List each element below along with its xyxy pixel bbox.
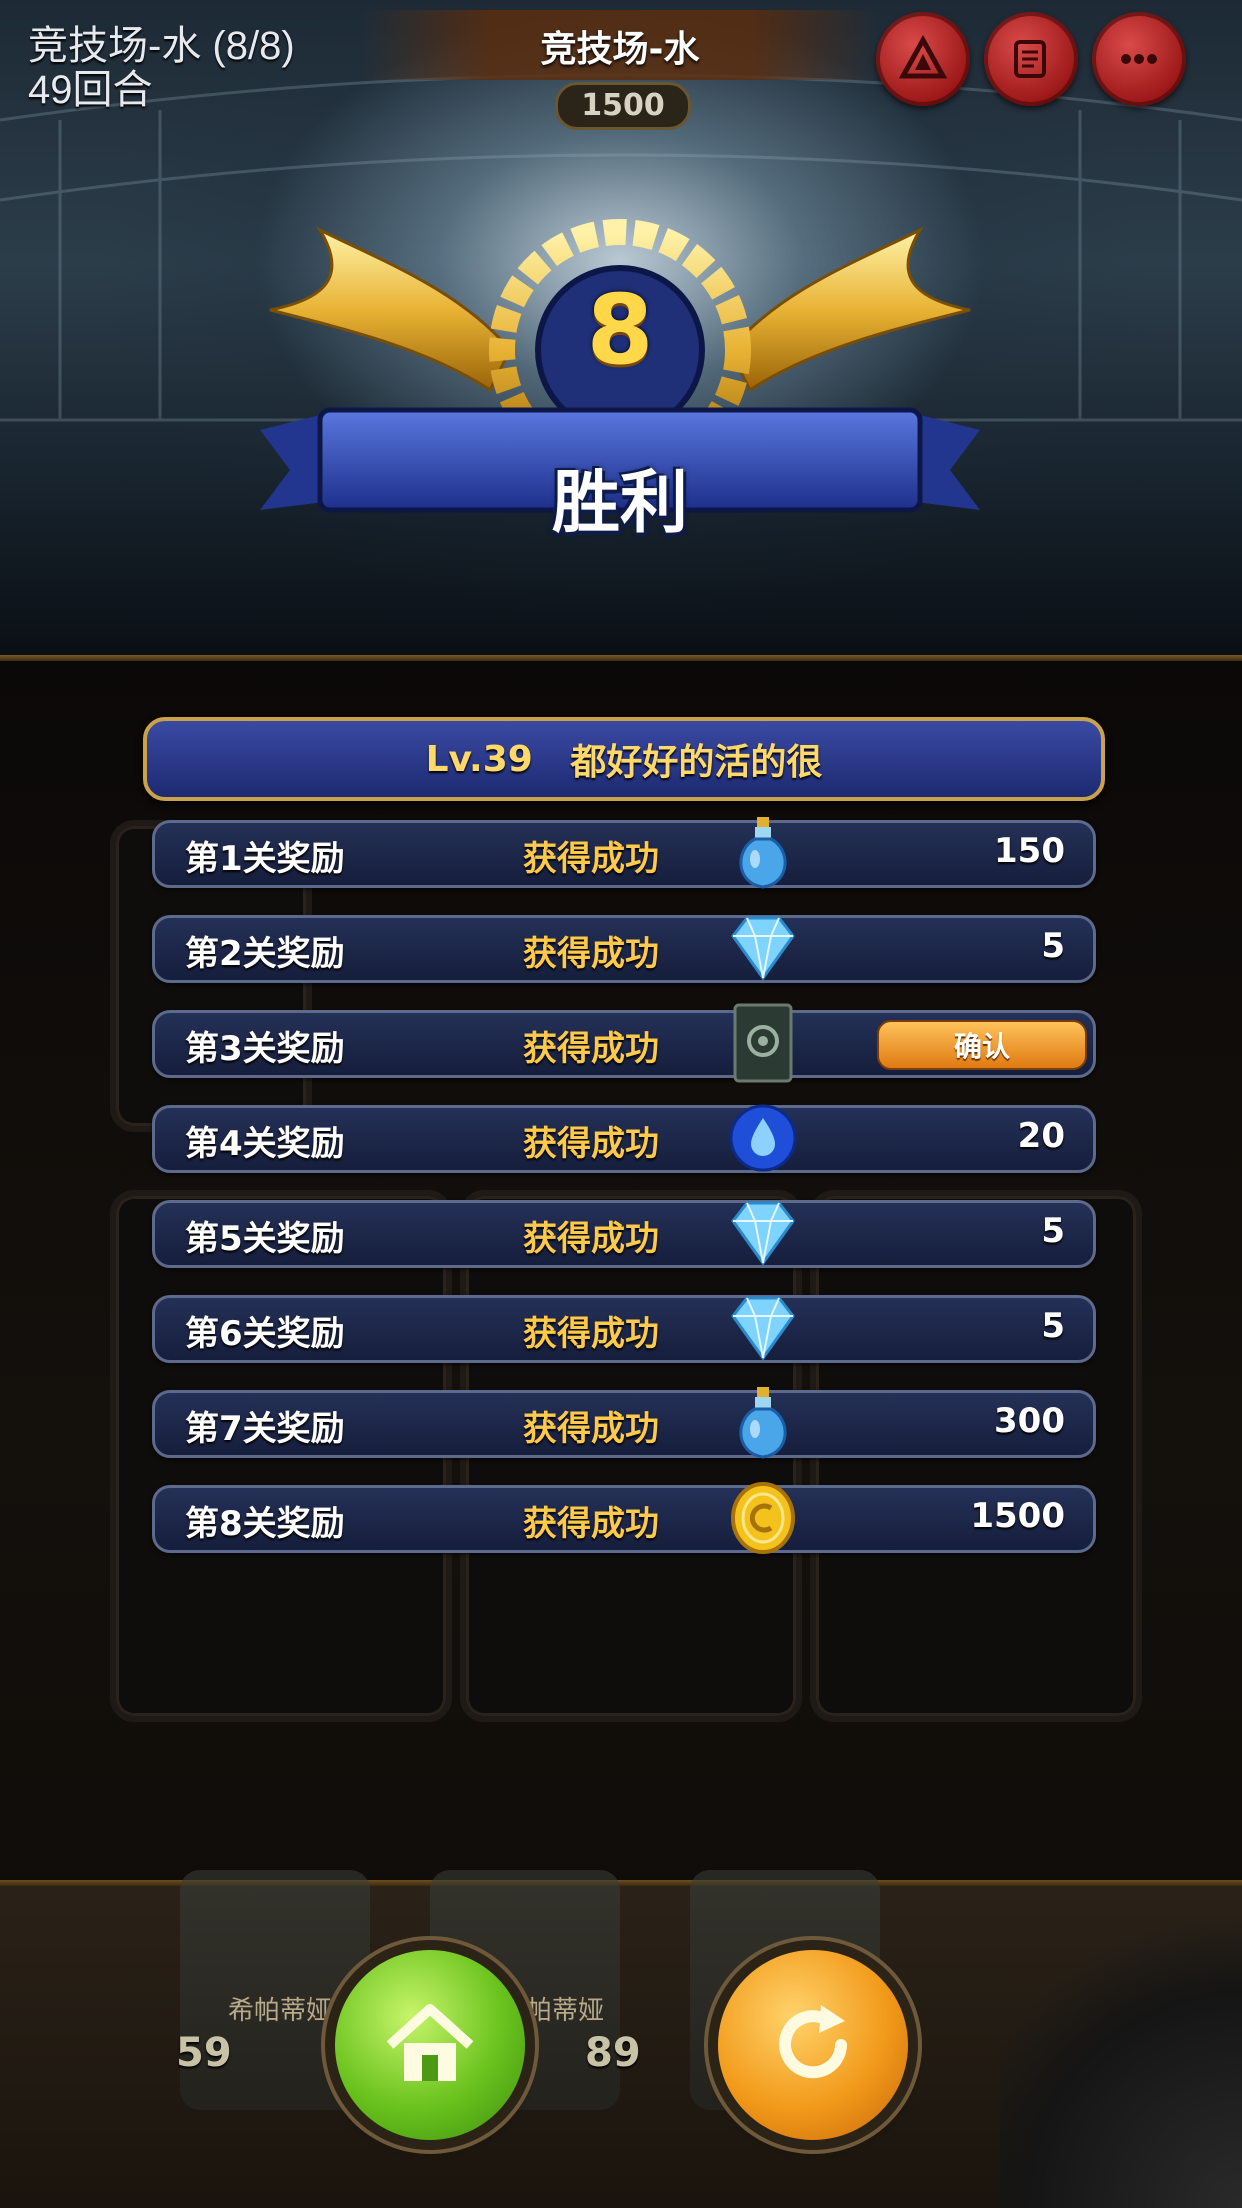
reward-amount: 1500 <box>970 1496 1065 1536</box>
victory-label: 胜利 <box>551 464 688 543</box>
diamond-icon <box>731 1201 795 1266</box>
card-item-icon <box>733 1003 793 1083</box>
reward-stage-label: 第6关奖励 <box>185 1314 345 1354</box>
diamond-icon <box>731 916 795 981</box>
corner-decoration <box>1000 1900 1242 2208</box>
reward-stage-label: 第5关奖励 <box>185 1219 345 1259</box>
triangle-emblem-icon <box>898 34 948 79</box>
reward-row: 第8关奖励 获得成功 1500 <box>152 1482 1096 1554</box>
reward-amount: 5 <box>1041 1306 1065 1346</box>
player-level: Lv.39 <box>425 738 533 780</box>
reward-status: 获得成功 <box>523 1124 659 1164</box>
reward-stage-label: 第4关奖励 <box>185 1124 345 1164</box>
more-options-icon <box>1121 54 1157 64</box>
reward-status: 获得成功 <box>523 1409 659 1449</box>
header-score: 1500 <box>555 82 691 130</box>
arena-info: 竞技场-水 (8/8) 49回合 <box>28 24 295 112</box>
reward-stage-label: 第2关奖励 <box>185 934 345 974</box>
reward-row: 第3关奖励 获得成功 确认 <box>152 1003 1096 1083</box>
reward-status: 获得成功 <box>523 1029 659 1069</box>
reward-row: 第7关奖励 获得成功 300 <box>152 1387 1096 1459</box>
confirm-button[interactable]: 确认 <box>877 1020 1087 1070</box>
reward-row: 第4关奖励 获得成功 20 <box>152 1104 1096 1173</box>
victory-rank-number: 8 <box>586 274 654 386</box>
reward-status: 获得成功 <box>523 839 659 879</box>
reward-row: 第5关奖励 获得成功 5 <box>152 1200 1096 1268</box>
reward-status: 获得成功 <box>523 1504 659 1544</box>
home-icon <box>386 2004 474 2081</box>
reward-row: 第2关奖励 获得成功 5 <box>152 915 1096 983</box>
turn-count: 49回合 <box>28 68 153 112</box>
reward-amount: 300 <box>994 1401 1065 1441</box>
quest-scroll-button[interactable] <box>984 12 1078 106</box>
replay-icon <box>779 2005 847 2079</box>
reward-amount: 5 <box>1041 926 1065 966</box>
potion-icon <box>739 817 787 889</box>
reward-amount: 5 <box>1041 1211 1065 1251</box>
reward-stage-label: 第1关奖励 <box>185 839 345 879</box>
reward-status: 获得成功 <box>523 1314 659 1354</box>
header-title: 竞技场-水 <box>540 29 700 70</box>
reward-amount: 20 <box>1017 1116 1065 1156</box>
reward-row: 第1关奖励 获得成功 150 <box>152 817 1096 889</box>
reward-row: 第6关奖励 获得成功 5 <box>152 1295 1096 1363</box>
player-info-bar: Lv.39 都好好的活的很 <box>143 717 1105 801</box>
reward-status: 获得成功 <box>523 934 659 974</box>
potion-icon <box>739 1387 787 1459</box>
player-name: 都好好的活的很 <box>570 742 823 783</box>
background-hero-level: 59 <box>176 2030 232 2076</box>
reward-amount: 150 <box>994 831 1065 871</box>
reward-stage-label: 第3关奖励 <box>185 1029 345 1069</box>
more-options-button[interactable] <box>1092 12 1186 106</box>
water-orb-icon <box>729 1104 797 1172</box>
replay-button[interactable] <box>718 1950 908 2140</box>
background-hero-name: 希帕蒂娅 <box>228 1996 333 2026</box>
gold-coin-icon <box>731 1482 795 1554</box>
reward-stage-label: 第8关奖励 <box>185 1504 345 1544</box>
background-hero-level: 89 <box>585 2030 641 2076</box>
arena-name: 竞技场-水 (8/8) <box>28 24 295 68</box>
home-button[interactable] <box>335 1950 525 2140</box>
diamond-icon <box>731 1296 795 1361</box>
reward-status: 获得成功 <box>523 1219 659 1259</box>
scroll-icon <box>1014 40 1046 78</box>
reward-stage-label: 第7关奖励 <box>185 1409 345 1449</box>
emblem-button[interactable] <box>876 12 970 106</box>
